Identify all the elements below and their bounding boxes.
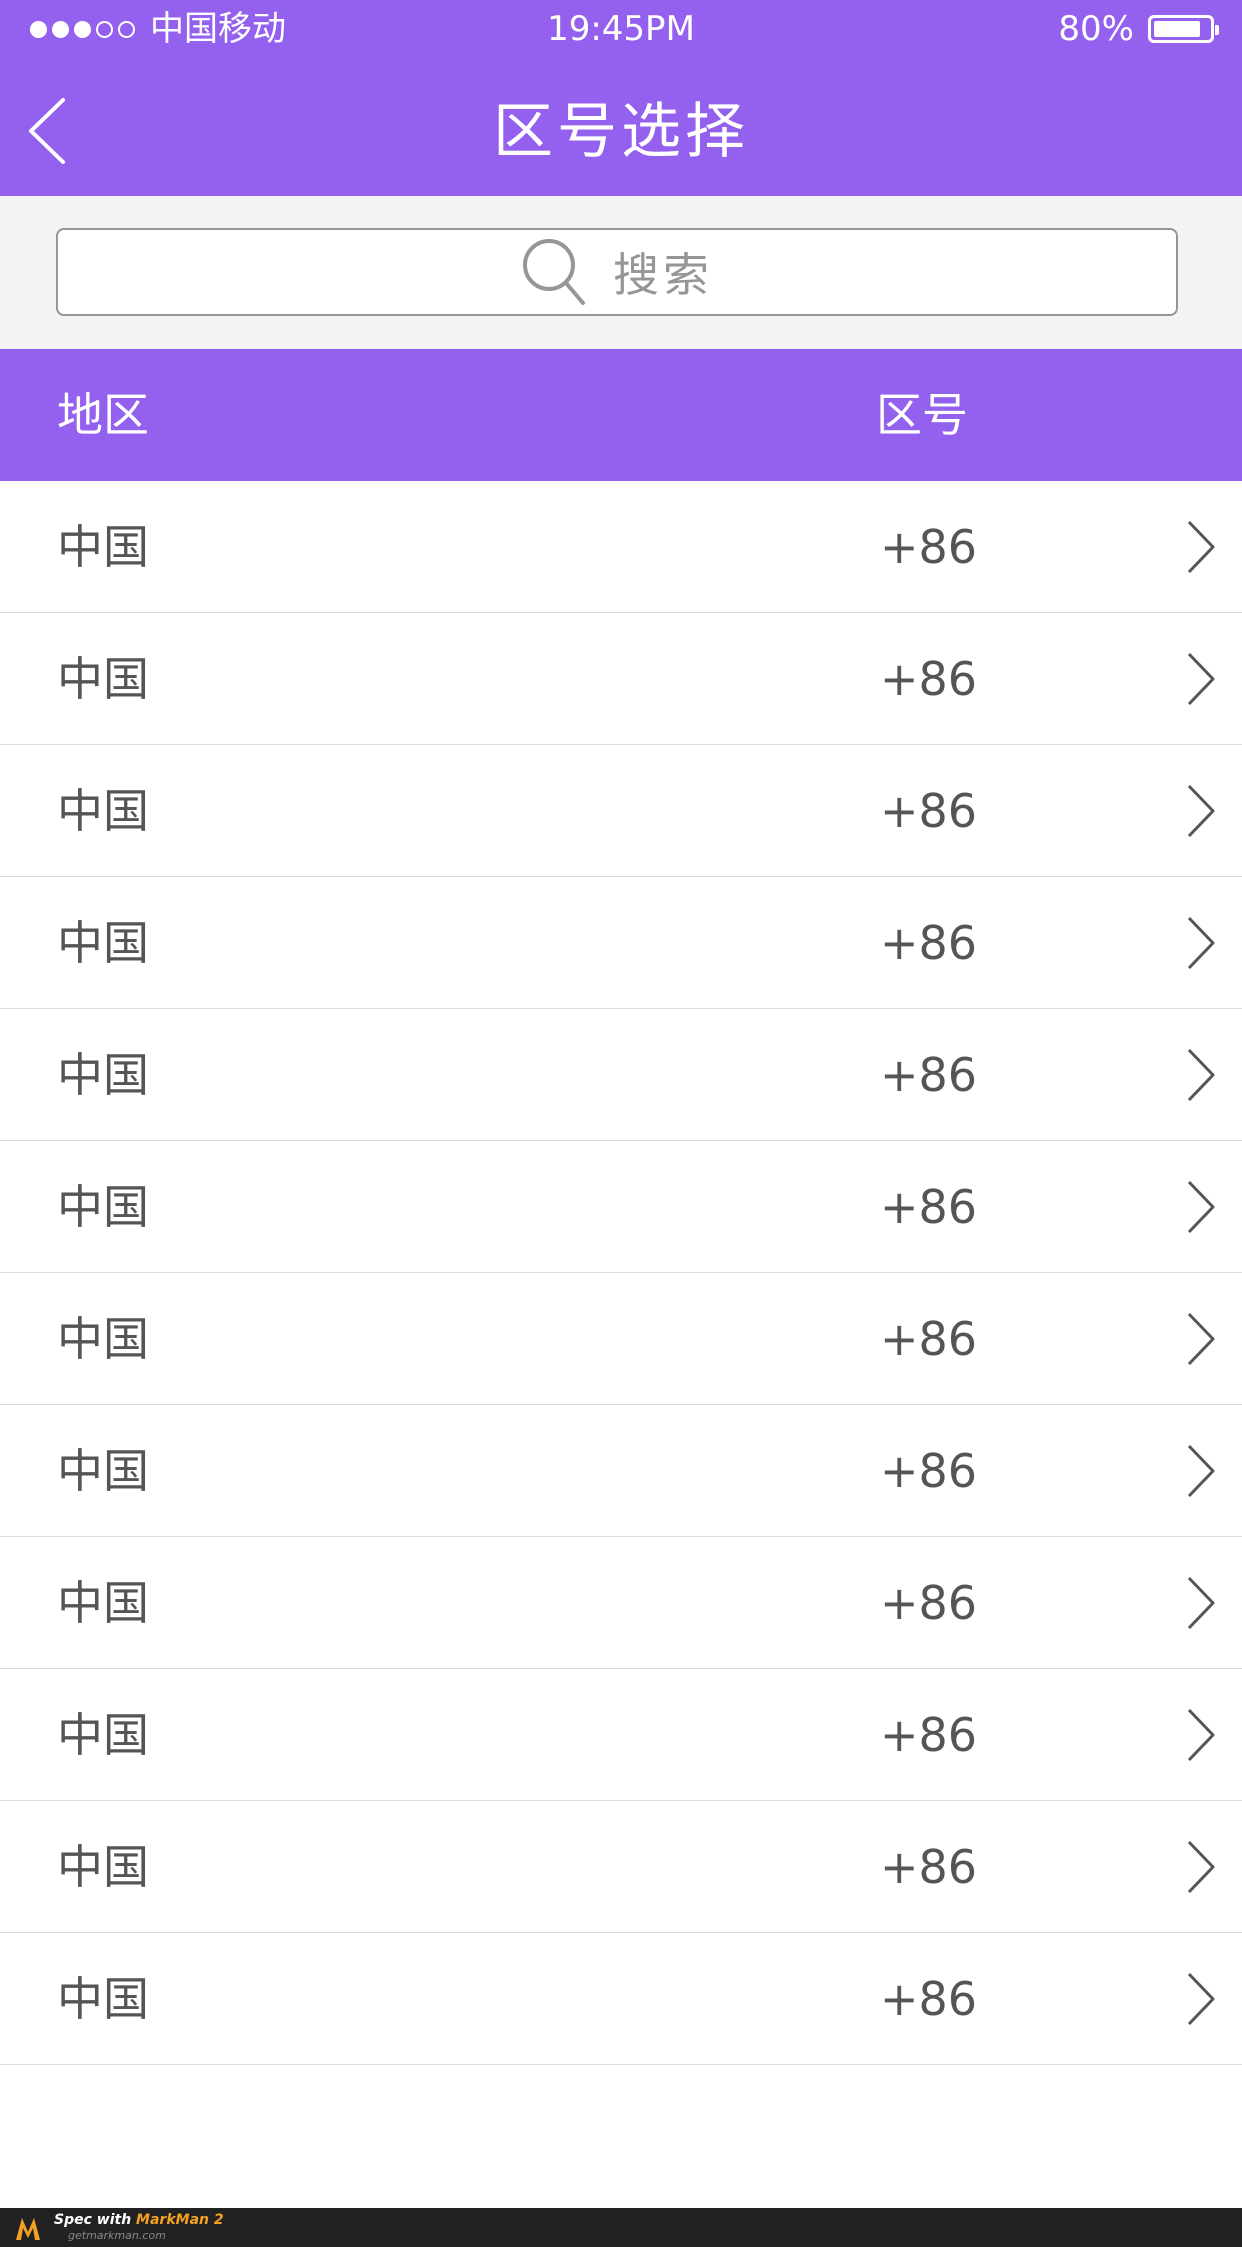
battery-indicator: 80% bbox=[1058, 8, 1219, 50]
brand-name: MarkMan 2 bbox=[136, 2211, 224, 2228]
list-item[interactable]: 中国 +86 bbox=[0, 1801, 1242, 1933]
search-area: 搜索 bbox=[0, 196, 1242, 349]
country-code: +86 bbox=[880, 784, 978, 838]
list-item[interactable]: 中国 +86 bbox=[0, 1669, 1242, 1801]
markman-logo-text: Spec with MarkMan 2 getmarkman.com bbox=[54, 2211, 224, 2243]
chevron-right-icon bbox=[1187, 1048, 1215, 1102]
country-code: +86 bbox=[880, 1048, 978, 1102]
country-code: +86 bbox=[880, 1180, 978, 1234]
search-input[interactable]: 搜索 bbox=[56, 228, 1178, 316]
chevron-right-icon bbox=[1187, 1180, 1215, 1234]
country-code: +86 bbox=[880, 1708, 978, 1762]
country-code: +86 bbox=[880, 1972, 978, 2026]
country-code: +86 bbox=[880, 1312, 978, 1366]
country-name: 中国 bbox=[57, 1180, 149, 1234]
list-item[interactable]: 中国 +86 bbox=[0, 1537, 1242, 1669]
markman-footer: Spec with MarkMan 2 getmarkman.com bbox=[0, 2208, 1242, 2247]
search-placeholder: 搜索 bbox=[613, 248, 713, 302]
list-item[interactable]: 中国 +86 bbox=[0, 1141, 1242, 1273]
chevron-right-icon bbox=[1187, 1576, 1215, 1630]
search-icon bbox=[523, 239, 585, 305]
list-item[interactable]: 中国 +86 bbox=[0, 613, 1242, 745]
country-name: 中国 bbox=[57, 916, 149, 970]
country-name: 中国 bbox=[57, 1708, 149, 1762]
list-item[interactable]: 中国 +86 bbox=[0, 877, 1242, 1009]
country-name: 中国 bbox=[57, 652, 149, 706]
country-code: +86 bbox=[880, 916, 978, 970]
status-time: 19:45PM bbox=[547, 9, 695, 49]
country-name: 中国 bbox=[57, 1840, 149, 1894]
country-code: +86 bbox=[880, 652, 978, 706]
chevron-right-icon bbox=[1187, 520, 1215, 574]
country-name: 中国 bbox=[57, 1312, 149, 1366]
chevron-right-icon bbox=[1187, 1840, 1215, 1894]
battery-icon bbox=[1148, 15, 1219, 43]
chevron-right-icon bbox=[1187, 1312, 1215, 1366]
list-item[interactable]: 中国 +86 bbox=[0, 1405, 1242, 1537]
brand-site: getmarkman.com bbox=[68, 2228, 166, 2242]
spec-prefix: Spec with bbox=[54, 2211, 132, 2228]
chevron-right-icon bbox=[1187, 1972, 1215, 2026]
country-name: 中国 bbox=[57, 1972, 149, 2026]
chevron-right-icon bbox=[1187, 916, 1215, 970]
list-item[interactable]: 中国 +86 bbox=[0, 745, 1242, 877]
list-item[interactable]: 中国 +86 bbox=[0, 1009, 1242, 1141]
chevron-right-icon bbox=[1187, 1708, 1215, 1762]
status-bar: 中国移动 19:45PM 80% bbox=[0, 0, 1242, 58]
country-code: +86 bbox=[880, 1576, 978, 1630]
list-item[interactable]: 中国 +86 bbox=[0, 481, 1242, 613]
country-code: +86 bbox=[880, 520, 978, 574]
column-header-code: 区号 bbox=[876, 388, 968, 442]
table-header: 地区 区号 bbox=[0, 349, 1242, 481]
country-code-list: 中国 +86 中国 +86 中国 +86 中国 +86 中国 +86 中国 +86 中国 +86 中国 +86… bbox=[0, 481, 1242, 2065]
country-code: +86 bbox=[880, 1840, 978, 1894]
country-name: 中国 bbox=[57, 520, 149, 574]
list-item[interactable]: 中国 +86 bbox=[0, 1273, 1242, 1405]
chevron-right-icon bbox=[1187, 652, 1215, 706]
country-name: 中国 bbox=[57, 784, 149, 838]
chevron-right-icon bbox=[1187, 1444, 1215, 1498]
country-code: +86 bbox=[880, 1444, 978, 1498]
chevron-right-icon bbox=[1187, 784, 1215, 838]
battery-percent: 80% bbox=[1058, 9, 1134, 49]
markman-logo-icon bbox=[16, 2217, 40, 2240]
country-name: 中国 bbox=[57, 1576, 149, 1630]
country-name: 中国 bbox=[57, 1048, 149, 1102]
list-item[interactable]: 中国 +86 bbox=[0, 1933, 1242, 2065]
navigation-bar: 区号选择 bbox=[0, 58, 1242, 196]
page-title: 区号选择 bbox=[493, 97, 749, 167]
column-header-region: 地区 bbox=[57, 388, 149, 442]
country-name: 中国 bbox=[57, 1444, 149, 1498]
